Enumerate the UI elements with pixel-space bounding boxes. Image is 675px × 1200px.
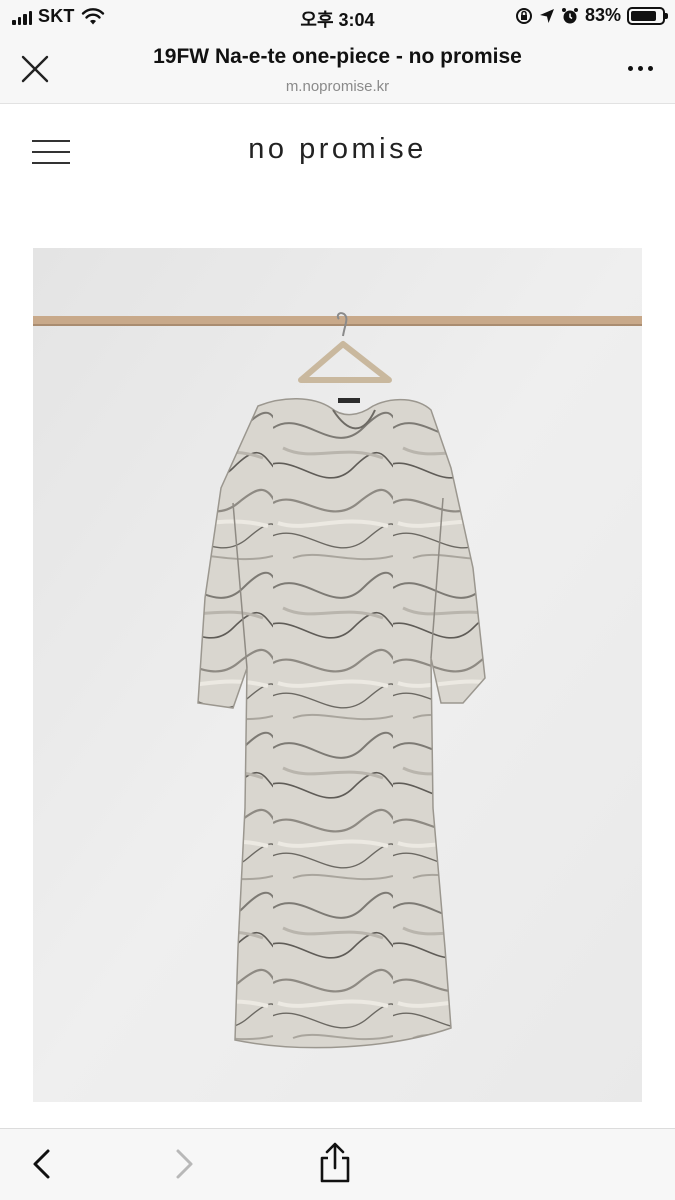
status-right: 83%	[515, 5, 668, 26]
location-icon	[539, 8, 554, 23]
dress-illustration	[33, 248, 642, 1102]
forward-icon[interactable]	[170, 1147, 198, 1181]
orientation-lock-icon	[515, 7, 532, 24]
more-icon[interactable]	[628, 66, 653, 71]
site-header: no promise	[0, 105, 675, 200]
page-url[interactable]: m.nopromise.kr	[90, 78, 585, 95]
product-image[interactable]	[33, 248, 642, 1102]
browser-toolbar	[0, 1128, 675, 1200]
page-title: 19FW Na-e-te one-piece - no promise	[153, 45, 522, 68]
close-icon[interactable]	[18, 52, 52, 86]
status-bar: SKT 오후 3:04 83%	[0, 0, 675, 36]
back-icon[interactable]	[28, 1147, 56, 1181]
alarm-icon	[561, 7, 578, 23]
share-icon[interactable]	[314, 1141, 356, 1185]
brand-logo[interactable]: no promise	[0, 133, 675, 166]
battery-percent: 83%	[584, 5, 621, 25]
battery-icon	[627, 6, 668, 25]
browser-nav-bar: 19FW Na-e-te one-piece - no promise m.no…	[0, 36, 675, 104]
